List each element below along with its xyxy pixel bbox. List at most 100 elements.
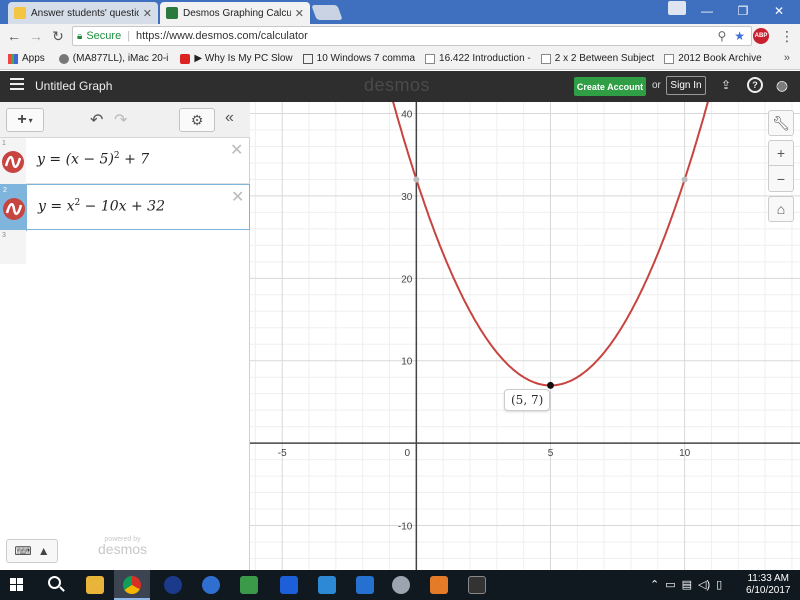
tab-yahoo-answers[interactable]: Answer students' questio ✕ xyxy=(8,2,158,24)
expression-row[interactable]: 1 y = (x − 5)2 + 7 ✕ xyxy=(0,138,250,184)
hamburger-menu-icon[interactable] xyxy=(10,78,24,90)
clock[interactable]: 11:33 AM 6/10/2017 xyxy=(746,573,791,597)
volume-icon[interactable]: ◁) xyxy=(698,578,710,591)
delete-expression-icon[interactable]: ✕ xyxy=(231,187,244,207)
restore-icon[interactable]: ❐ xyxy=(728,2,758,20)
bookmark-label: Apps xyxy=(22,53,45,64)
page-icon xyxy=(425,53,436,64)
reload-icon[interactable]: ↻ xyxy=(50,28,66,44)
math-equals: = xyxy=(49,151,62,168)
tab-desmos[interactable]: Desmos Graphing Calcula ✕ xyxy=(160,2,310,24)
windows-start-icon[interactable] xyxy=(10,578,24,592)
url-text: https://www.desmos.com/calculator xyxy=(136,30,308,42)
y-tick-label: 40 xyxy=(401,110,413,121)
curve-color-icon[interactable] xyxy=(2,151,24,173)
app-icon[interactable] xyxy=(430,576,448,594)
close-icon[interactable]: ✕ xyxy=(143,7,152,20)
bookmark-item[interactable]: 2 x 2 Between Subject xyxy=(540,53,654,64)
search-icon[interactable] xyxy=(48,576,61,589)
math-term: − 10x + 32 xyxy=(80,198,165,215)
graph-title[interactable]: Untitled Graph xyxy=(35,79,112,93)
windows-taskbar: ⌃ ▭ ▤ ◁) ▯ 11:33 AM 6/10/2017 xyxy=(0,570,800,600)
site-icon xyxy=(58,53,69,64)
point-label[interactable]: (5, 7) xyxy=(504,389,551,411)
network-icon[interactable]: ▤ xyxy=(682,578,692,591)
terminal-icon[interactable] xyxy=(468,576,486,594)
chrome-icon[interactable] xyxy=(123,576,141,594)
graph-paper[interactable]: -5 0 5 10 -10 10 20 30 40 (5, 7) xyxy=(250,102,800,570)
user-profile-icon[interactable] xyxy=(668,1,686,15)
back-icon[interactable]: ← xyxy=(6,28,22,44)
graph-settings-wrench-icon[interactable]: 🔧︎ xyxy=(768,110,794,136)
bookmark-item[interactable]: 10 Windows 7 comma xyxy=(302,53,415,64)
bookmark-star-icon[interactable]: ★ xyxy=(734,29,745,43)
browser-tab-strip: Answer students' questio ✕ Desmos Graphi… xyxy=(0,0,800,24)
zoom-in-button[interactable]: + xyxy=(768,140,794,166)
desmos-logo-small: desmos xyxy=(98,541,148,557)
share-icon[interactable]: ⇪ xyxy=(718,77,734,93)
page-icon xyxy=(664,53,675,64)
tab-label: Answer students' questio xyxy=(31,7,139,19)
add-item-button[interactable]: + ▾ xyxy=(6,108,44,132)
keyboard-toggle-button[interactable]: ⌨ ▲ xyxy=(6,539,58,563)
curve-parabola xyxy=(392,102,709,387)
app-icon[interactable] xyxy=(240,576,258,594)
sign-in-button[interactable]: Sign In xyxy=(666,76,706,95)
magnifier-icon[interactable] xyxy=(392,576,410,594)
bookmark-item[interactable]: 16.422 Introduction - xyxy=(425,53,531,64)
y-tick-label: 20 xyxy=(401,274,413,285)
curve-color-icon[interactable] xyxy=(3,198,25,220)
delete-expression-icon[interactable]: ✕ xyxy=(230,140,243,160)
app-icon[interactable] xyxy=(164,576,182,594)
new-tab-button[interactable] xyxy=(311,5,343,20)
bookmarks-bar: Apps (MA877LL), iMac 20-i ▶ Why Is My PC… xyxy=(0,48,800,70)
collapse-panel-icon[interactable]: « xyxy=(225,109,234,127)
app-icon[interactable] xyxy=(356,576,374,594)
browser-menu-icon[interactable]: ⋮ xyxy=(780,28,794,45)
intercept-point xyxy=(413,176,420,183)
help-icon[interactable]: ? xyxy=(747,77,763,93)
malwarebytes-icon[interactable] xyxy=(280,576,298,594)
expression-index: 3 xyxy=(2,232,6,239)
expression-math[interactable]: y = x2 − 10x + 32 xyxy=(38,198,165,215)
app-icon[interactable] xyxy=(318,576,336,594)
outlook-icon[interactable] xyxy=(202,576,220,594)
bookmark-item[interactable]: (MA877LL), iMac 20-i xyxy=(58,53,168,64)
omnibox-icons: ⚲ ★ xyxy=(717,29,745,43)
keyboard-icon: ⌨ xyxy=(14,544,32,558)
expression-panel: + ▾ ↶ ↷ ⚙ « 1 y = (x − 5)2 + 7 ✕ 2 y = x… xyxy=(0,102,250,570)
close-window-icon[interactable]: ✕ xyxy=(764,2,794,20)
desmos-icon xyxy=(166,7,178,19)
settings-gear-icon[interactable]: ⚙ xyxy=(179,108,215,132)
redo-icon[interactable]: ↷ xyxy=(114,110,127,130)
globe-icon[interactable]: ◍ xyxy=(774,77,790,93)
minimize-icon[interactable]: — xyxy=(692,2,722,20)
bookmark-label: ▶ Why Is My PC Slow xyxy=(194,53,293,64)
expression-row-selected[interactable]: 2 y = x2 − 10x + 32 ✕ xyxy=(0,184,250,231)
math-lhs: y xyxy=(38,198,46,215)
undo-icon[interactable]: ↶ xyxy=(90,110,103,130)
intercept-point xyxy=(681,176,688,183)
lock-icon: 🔒︎ xyxy=(77,30,83,42)
notification-icon[interactable]: ▯ xyxy=(716,578,722,591)
home-zoom-button[interactable]: ⌂ xyxy=(768,196,794,222)
search-icon[interactable]: ⚲ xyxy=(717,29,726,43)
address-bar[interactable]: 🔒︎ Secure | https://www.desmos.com/calcu… xyxy=(72,26,752,46)
forward-icon[interactable]: → xyxy=(28,28,44,44)
expression-math[interactable]: y = (x − 5)2 + 7 xyxy=(37,151,149,168)
adblock-icon[interactable]: ABP xyxy=(753,28,769,44)
browser-toolbar: ← → ↻ 🔒︎ Secure | https://www.desmos.com… xyxy=(0,24,800,48)
close-icon[interactable]: ✕ xyxy=(295,7,304,20)
battery-icon[interactable]: ▭ xyxy=(665,578,675,591)
empty-expression-row[interactable]: 3 xyxy=(0,230,26,264)
chevron-up-icon[interactable]: ⌃ xyxy=(650,578,659,591)
powered-by-desmos: powered by desmos xyxy=(98,536,147,557)
more-bookmarks-icon[interactable]: » xyxy=(784,52,790,64)
file-explorer-icon[interactable] xyxy=(86,576,104,594)
math-equals: = xyxy=(50,198,63,215)
create-account-button[interactable]: Create Account xyxy=(574,77,646,96)
bookmark-item[interactable]: ▶ Why Is My PC Slow xyxy=(180,53,293,64)
bookmark-item[interactable]: 2012 Book Archive xyxy=(664,53,762,64)
bookmark-apps[interactable]: Apps xyxy=(8,53,45,64)
zoom-out-button[interactable]: − xyxy=(768,166,794,192)
